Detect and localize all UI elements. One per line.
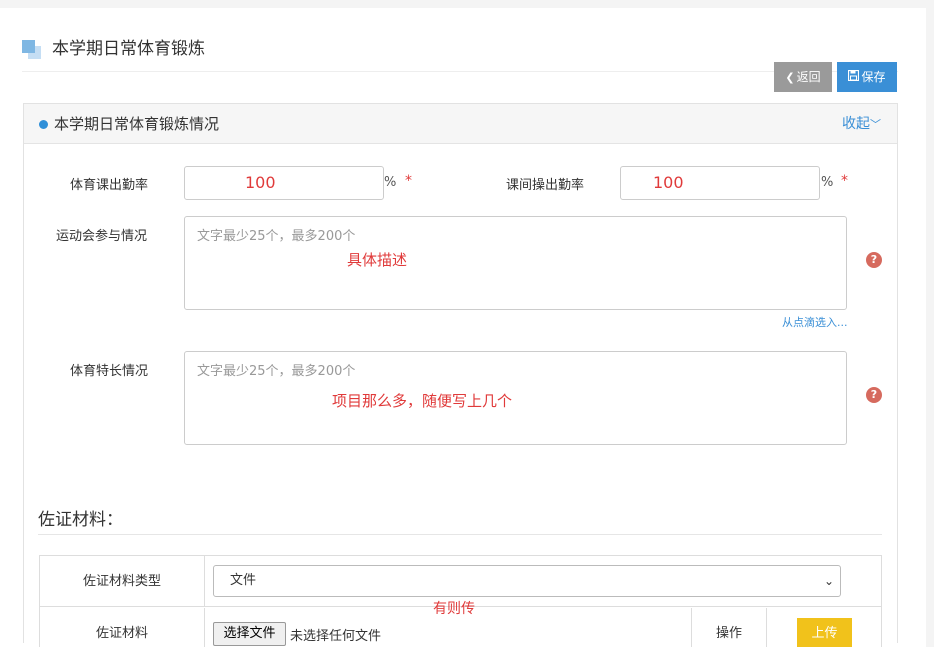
evidence-type-label: 佐证材料类型 bbox=[40, 556, 205, 606]
question-circle-icon[interactable]: ? bbox=[866, 252, 882, 268]
back-button[interactable]: ❮ 返回 bbox=[774, 62, 832, 92]
collapse-label: 收起 bbox=[842, 116, 870, 132]
chevron-down-icon: ﹀ bbox=[870, 118, 881, 131]
panel-header: 本学期日常体育锻炼情况 收起﹀ bbox=[24, 104, 897, 144]
no-file-text: 未选择任何文件 bbox=[290, 629, 382, 644]
sports-specialty-note: 项目那么多，随便写上几个 bbox=[332, 392, 513, 410]
save-label: 保存 bbox=[861, 70, 886, 84]
sports-meet-note: 具体描述 bbox=[347, 251, 408, 269]
sports-meet-label: 运动会参与情况 bbox=[56, 229, 148, 244]
exercise-attendance-label: 课间操出勤率 bbox=[506, 178, 585, 193]
bullet-dot-icon bbox=[39, 120, 48, 129]
evidence-note: 有则传 bbox=[433, 601, 475, 617]
panel-title: 本学期日常体育锻炼情况 bbox=[54, 115, 220, 133]
sports-meet-placeholder: 文字最少25个，最多200个 bbox=[197, 229, 356, 244]
save-button[interactable]: 保存 bbox=[837, 62, 897, 92]
sports-specialty-textarea[interactable]: 文字最少25个，最多200个 项目那么多，随便写上几个 bbox=[184, 351, 847, 445]
title-squares-icon bbox=[22, 40, 42, 59]
evidence-material-label: 佐证材料 bbox=[40, 608, 205, 647]
pe-attendance-input[interactable]: 100 bbox=[184, 166, 384, 200]
chevron-left-icon: ❮ bbox=[785, 71, 795, 84]
exercise-attendance-input[interactable]: 100 bbox=[620, 166, 820, 200]
back-label: 返回 bbox=[796, 70, 821, 84]
sports-meet-textarea[interactable]: 文字最少25个，最多200个 具体描述 bbox=[184, 216, 847, 310]
evidence-type-value: 文件 bbox=[230, 573, 257, 588]
pick-from-records-link[interactable]: 从点滴选入... bbox=[782, 314, 848, 330]
pe-attendance-unit: % bbox=[384, 175, 397, 190]
exercise-attendance-unit: % bbox=[821, 175, 834, 190]
operation-label: 操作 bbox=[691, 608, 767, 647]
sports-specialty-label: 体育特长情况 bbox=[70, 364, 149, 379]
pe-attendance-required: * bbox=[405, 173, 412, 189]
evidence-section-title: 佐证材料： bbox=[38, 510, 123, 530]
collapse-toggle[interactable]: 收起﹀ bbox=[842, 104, 881, 145]
sports-specialty-placeholder: 文字最少25个，最多200个 bbox=[197, 364, 356, 379]
question-circle-icon[interactable]: ? bbox=[866, 387, 882, 403]
page-header: 本学期日常体育锻炼 bbox=[22, 36, 898, 72]
chevron-down-icon: ⌄ bbox=[823, 574, 834, 588]
floppy-icon bbox=[848, 63, 860, 93]
upload-button[interactable]: 上传 bbox=[797, 618, 852, 647]
pe-attendance-label: 体育课出勤率 bbox=[70, 178, 149, 193]
exercise-attendance-required: * bbox=[841, 173, 848, 189]
page-title: 本学期日常体育锻炼 bbox=[52, 39, 205, 59]
evidence-type-select[interactable]: 文件 ⌄ bbox=[213, 565, 841, 597]
section-divider bbox=[38, 534, 882, 535]
choose-file-button[interactable]: 选择文件 bbox=[213, 622, 286, 646]
